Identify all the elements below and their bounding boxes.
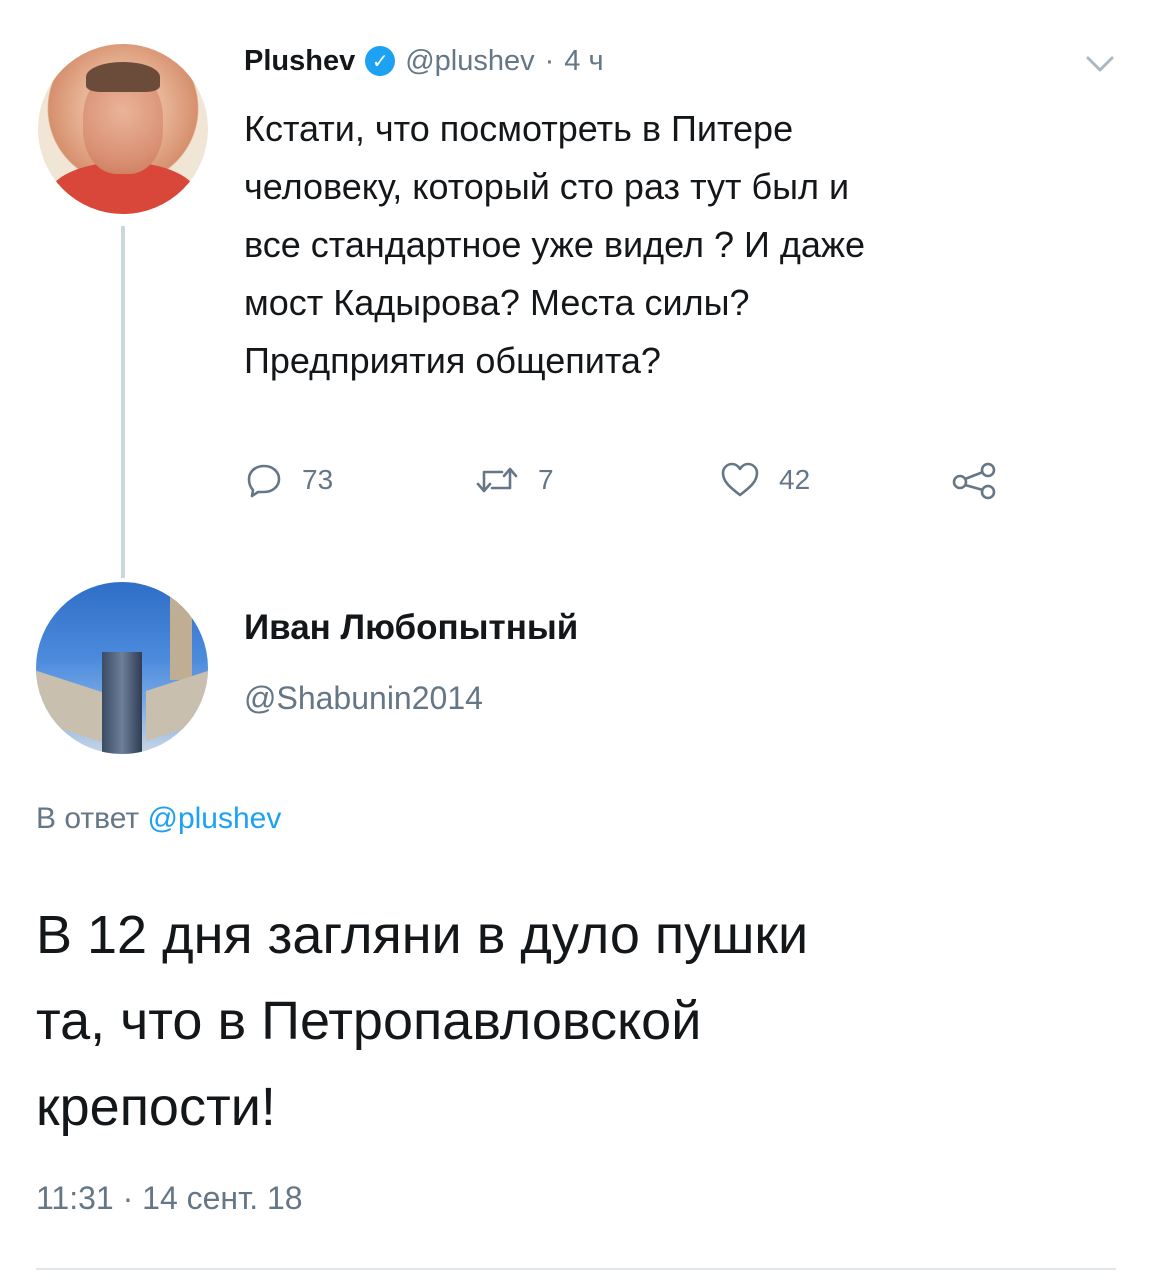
reply-author-handle[interactable]: @Shabunin2014 [244,680,483,717]
tweet-text: Кстати, что посмотреть в Питере человеку… [244,100,1104,390]
reply-timestamp[interactable]: 11:31 · 14 сент. 18 [36,1180,303,1217]
reply-author-name[interactable]: Иван Любопытный [244,608,578,648]
reply-text-line: крепости! [36,1077,276,1137]
avatar-tower [102,652,142,754]
tweet-header: Plushev ✓ @plushev · 4 ч [244,38,604,84]
in-reply-prefix: В ответ [36,802,140,835]
author-avatar[interactable] [38,44,208,214]
header-separator: · [544,44,555,77]
tweet-text-line: Предприятия общепита? [244,340,661,381]
tweet-text-line: мост Кадырова? Места силы? [244,282,750,323]
reply-count: 73 [302,464,334,495]
share-button[interactable] [950,450,998,510]
original-tweet[interactable]: Plushev ✓ @plushev · 4 ч Кстати, что пос… [0,0,1150,580]
retweet-count: 7 [538,464,554,495]
reply-text: В 12 дня загляни в дуло пушки та, что в … [36,892,1116,1150]
reply-author-avatar[interactable] [36,582,208,754]
share-icon [952,462,996,500]
avatar-hair [86,62,160,92]
in-reply-to: В ответ @plushev [36,802,281,836]
author-name[interactable]: Plushev [244,45,355,78]
reply-text-line: та, что в Петропавловской [36,991,702,1051]
chevron-down-icon[interactable] [1082,50,1118,78]
like-count: 42 [779,464,811,495]
verified-badge-icon: ✓ [365,46,396,76]
tweet-text-line: все стандартное уже видел ? И даже [244,224,866,265]
like-button[interactable]: 42 [719,450,810,510]
retweet-button[interactable]: 7 [474,450,554,510]
in-reply-mention[interactable]: @plushev [147,802,281,835]
thread-line [121,226,125,578]
reply-icon [247,464,281,498]
avatar-building-post [170,590,192,680]
reply-text-line: В 12 дня загляни в дуло пушки [36,905,809,965]
retweet-icon [476,467,518,493]
divider [36,1268,1116,1270]
reply-button[interactable]: 73 [244,450,333,510]
author-handle[interactable]: @plushev [405,45,534,78]
heart-icon [721,462,759,497]
tweet-text-line: Кстати, что посмотреть в Питере [244,108,794,149]
tweet-time[interactable]: 4 ч [564,45,603,78]
tweet-actions: 73 7 42 [244,450,1044,510]
tweet-text-line: человеку, который сто раз тут был и [244,166,850,207]
